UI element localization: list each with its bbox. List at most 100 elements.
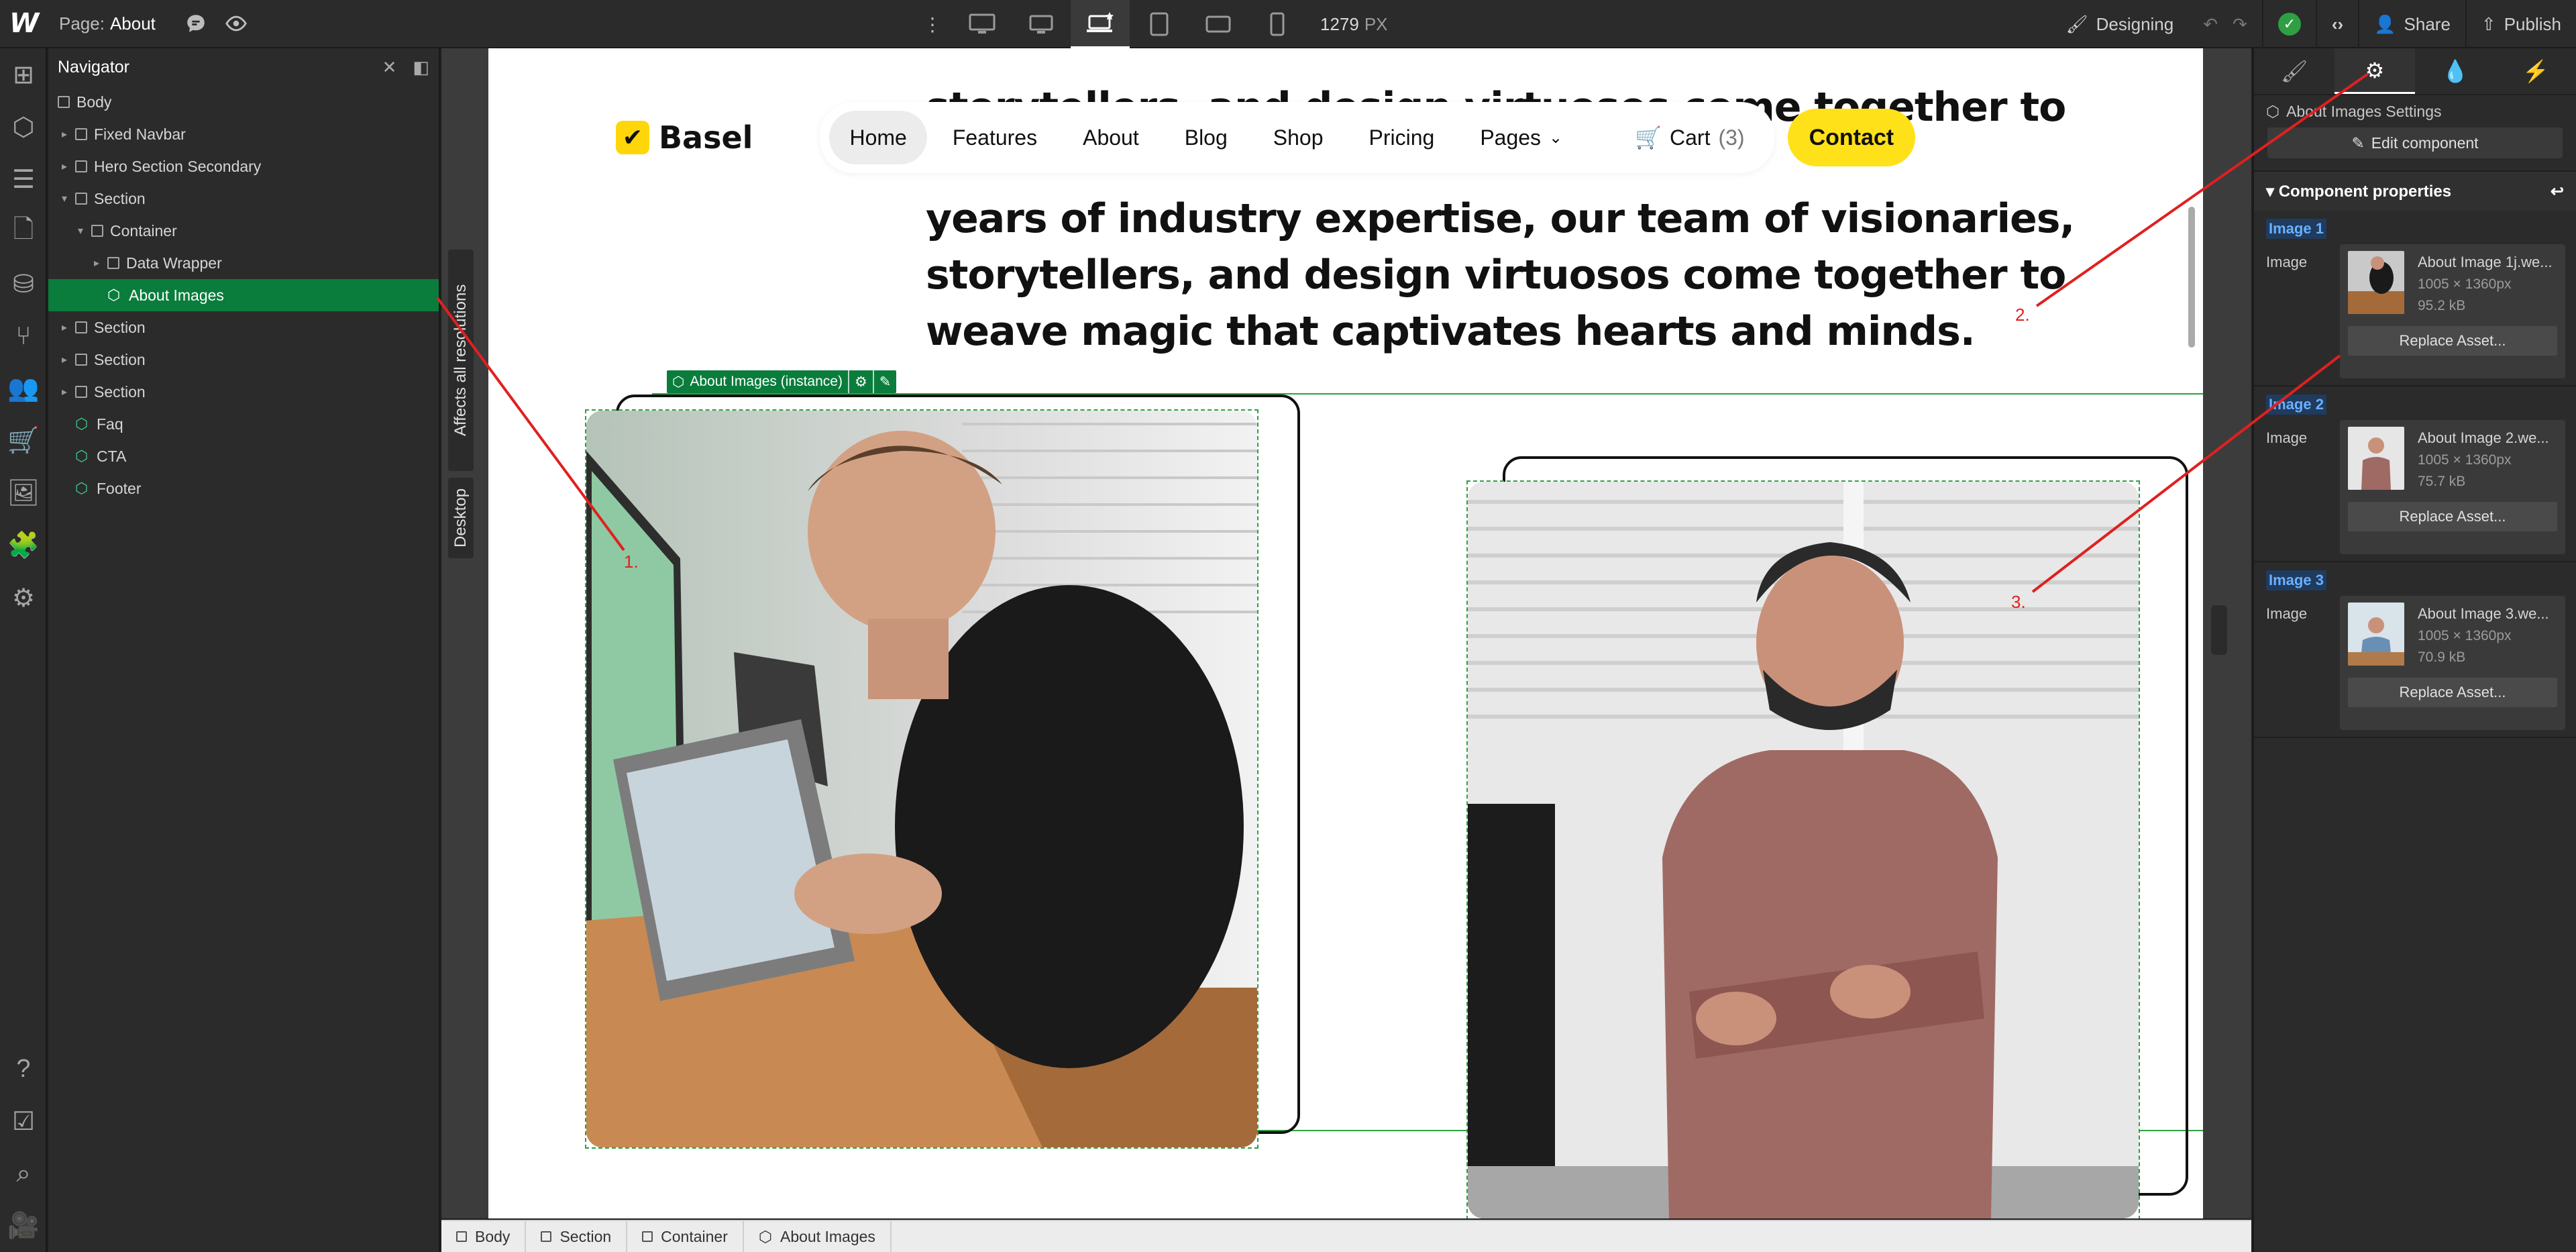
more-vertical-icon[interactable]: ⋮	[912, 4, 953, 44]
breakpoint-portrait-icon[interactable]	[1248, 0, 1307, 48]
dock-panel-icon[interactable]: ◧	[413, 57, 429, 78]
webflow-logo[interactable]: W	[0, 0, 48, 48]
nav-link-features[interactable]: Features	[932, 111, 1057, 164]
redo-icon[interactable]: ↷	[2233, 0, 2262, 48]
close-icon[interactable]: ✕	[382, 57, 397, 78]
add-elements-icon[interactable]: ⊞	[0, 48, 47, 101]
nav-link-pages[interactable]: Pages ⌄	[1460, 111, 1582, 164]
publish-button[interactable]: ⇧ Publish	[2465, 0, 2576, 48]
gear-icon[interactable]: ⚙	[855, 374, 867, 390]
asset-card[interactable]: About Image 1j.we... 1005 × 1360px 95.2 …	[2340, 244, 2565, 378]
asset-card[interactable]: About Image 2.we... 1005 × 1360px 75.7 k…	[2340, 420, 2565, 554]
audit-check-icon[interactable]: ☑	[0, 1095, 47, 1147]
chevron-right-icon[interactable]: ▸	[58, 385, 71, 399]
annotation-label-3: 3.	[2011, 592, 2026, 612]
nav-link-about[interactable]: About	[1063, 111, 1159, 164]
reset-icon[interactable]: ↩	[2551, 182, 2564, 201]
affects-all-resolutions-tab[interactable]: Affects all resolutions	[448, 250, 474, 471]
ecommerce-icon[interactable]: 🛒	[0, 415, 47, 467]
asset-card[interactable]: About Image 3.we... 1005 × 1360px 70.9 k…	[2340, 596, 2565, 730]
breadcrumb-about-images[interactable]: ⬡ About Images	[744, 1220, 892, 1252]
component-instance-badge[interactable]: ⬡ About Images (instance) ⚙ ✎	[667, 370, 897, 393]
canvas-scrollbar[interactable]	[2188, 207, 2195, 348]
designing-mode-button[interactable]: 🖌 Designing	[2051, 0, 2189, 48]
nav-item-footer[interactable]: ⬡ Footer	[48, 472, 439, 505]
nav-link-home[interactable]: Home	[829, 111, 927, 164]
nav-link-blog[interactable]: Blog	[1165, 111, 1248, 164]
help-icon[interactable]: ?	[0, 1043, 47, 1095]
pencil-icon[interactable]: ✎	[879, 374, 892, 390]
settings-icon[interactable]: ⚙	[0, 572, 47, 624]
breadcrumb-body[interactable]: Body	[441, 1220, 527, 1252]
chevron-right-icon[interactable]: ▸	[58, 321, 71, 334]
preview-eye-icon[interactable]	[216, 3, 256, 44]
video-icon[interactable]: 🎥	[0, 1200, 47, 1252]
chevron-right-icon[interactable]: ▸	[58, 160, 71, 173]
interactions-bolt-icon[interactable]: ⚡	[2496, 48, 2576, 94]
breakpoint-tablet-icon[interactable]	[1130, 0, 1189, 48]
chevron-down-icon[interactable]: ▾	[58, 192, 71, 205]
comments-icon[interactable]	[176, 3, 216, 44]
breakpoint-xl-icon[interactable]	[1012, 0, 1071, 48]
pages-icon[interactable]: 🗋	[0, 205, 47, 258]
breakpoint-desktop-icon[interactable]	[1071, 0, 1130, 48]
nav-link-shop[interactable]: Shop	[1253, 111, 1344, 164]
style-brush-icon[interactable]: 🖌	[2254, 48, 2334, 94]
brand-logo[interactable]: ✔ Basel	[616, 119, 753, 156]
contact-button[interactable]: Contact	[1787, 109, 1916, 166]
cms-icon[interactable]: ⛁	[0, 258, 47, 310]
nav-item-about-images[interactable]: ⬡ About Images	[48, 279, 439, 311]
apps-icon[interactable]: 🧩	[0, 519, 47, 572]
replace-asset-button[interactable]: Replace Asset...	[2348, 326, 2557, 356]
resize-handle[interactable]	[2211, 605, 2227, 655]
code-icon[interactable]: ‹›	[2315, 0, 2358, 48]
chevron-right-icon[interactable]: ▸	[90, 256, 103, 270]
breadcrumb-section[interactable]: Section	[526, 1220, 628, 1252]
breakpoint-xxl-icon[interactable]	[953, 0, 1012, 48]
chevron-right-icon[interactable]: ▸	[58, 353, 71, 366]
nav-item-fixed-navbar[interactable]: ▸ Fixed Navbar	[48, 118, 439, 150]
component-icon: ⬡	[758, 1227, 772, 1245]
component-icon: ⬡	[672, 374, 685, 390]
users-icon[interactable]: 👥	[0, 362, 47, 415]
replace-asset-button[interactable]: Replace Asset...	[2348, 678, 2557, 707]
nav-item-section[interactable]: ▸ Section	[48, 376, 439, 408]
components-icon[interactable]: ⬡	[0, 101, 47, 153]
share-button[interactable]: 👤 Share	[2358, 0, 2465, 48]
navigator-header: Navigator ✕ ◧	[48, 48, 439, 86]
nav-item-body[interactable]: Body	[48, 86, 439, 118]
assets-icon[interactable]: 🖼	[0, 467, 47, 519]
nav-item-section[interactable]: ▾ Section	[48, 182, 439, 215]
page-preview[interactable]: storytellers, and design virtuosos come …	[488, 48, 2203, 1218]
design-canvas[interactable]: Affects all resolutions Desktop storytel…	[441, 48, 2251, 1218]
breakpoint-landscape-icon[interactable]	[1189, 0, 1248, 48]
breadcrumb-container[interactable]: Container	[627, 1220, 744, 1252]
replace-asset-button[interactable]: Replace Asset...	[2348, 502, 2557, 531]
navigator-icon[interactable]: ☰	[0, 153, 47, 205]
nav-item-section[interactable]: ▸ Section	[48, 344, 439, 376]
chevron-right-icon[interactable]: ▸	[58, 127, 71, 141]
nav-item-data-wrapper[interactable]: ▸ Data Wrapper	[48, 247, 439, 279]
logic-icon[interactable]: ⑂	[0, 310, 47, 362]
element-box-icon	[75, 128, 87, 140]
cart-button[interactable]: 🛒 Cart (3)	[1615, 111, 1764, 164]
nav-item-faq[interactable]: ⬡ Faq	[48, 408, 439, 440]
search-icon[interactable]: ⌕	[0, 1147, 47, 1200]
nav-item-cta[interactable]: ⬡ CTA	[48, 440, 439, 472]
settings-gear-icon[interactable]: ⚙	[2334, 48, 2415, 94]
nav-item-hero-section[interactable]: ▸ Hero Section Secondary	[48, 150, 439, 182]
undo-icon[interactable]: ↶	[2188, 0, 2233, 48]
nav-item-section[interactable]: ▸ Section	[48, 311, 439, 344]
nav-item-container[interactable]: ▾ Container	[48, 215, 439, 247]
page-selector[interactable]: Page: About	[59, 13, 156, 34]
nav-link-pricing[interactable]: Pricing	[1349, 111, 1455, 164]
status-check-icon[interactable]: ✓	[2261, 0, 2316, 48]
style-manager-drops-icon[interactable]: 💧	[2415, 48, 2496, 94]
element-box-icon	[91, 225, 103, 237]
rail-bottom-group: ? ☑ ⌕ 🎥	[0, 1043, 47, 1252]
edit-component-button[interactable]: ✎ Edit component	[2267, 127, 2563, 158]
chevron-down-icon[interactable]: ▾	[74, 224, 87, 238]
desktop-breakpoint-tab[interactable]: Desktop	[448, 478, 474, 558]
element-box-icon	[75, 321, 87, 333]
component-properties-header[interactable]: ▾ Component properties ↩	[2254, 170, 2576, 211]
